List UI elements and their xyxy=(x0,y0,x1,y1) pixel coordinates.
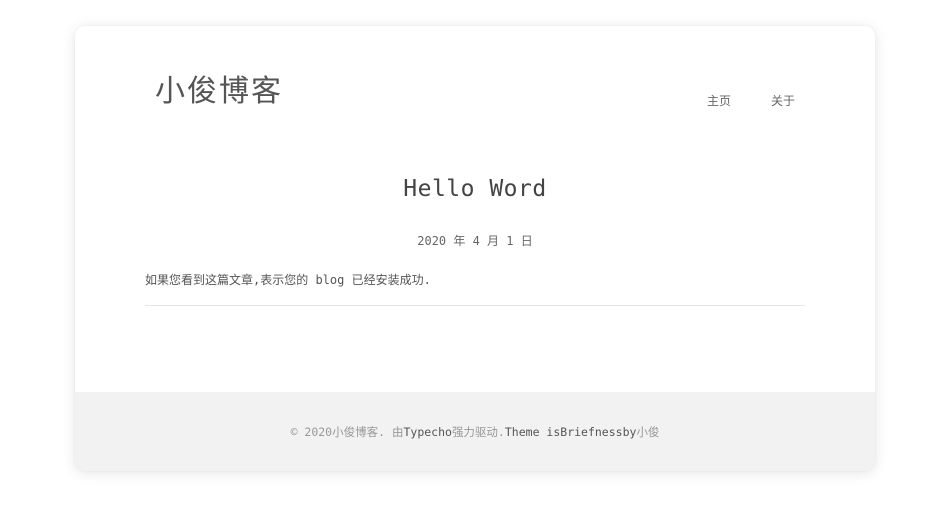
site-title-link[interactable]: 小俊博客 xyxy=(155,66,283,110)
footer-theme-text: Theme is xyxy=(504,424,561,439)
footer-powered-prefix: . 由 xyxy=(378,424,404,439)
footer-author-link[interactable]: 小俊 xyxy=(636,424,659,440)
post-divider xyxy=(145,305,805,306)
post-date: 2020 年 4 月 1 日 xyxy=(417,234,533,248)
nav-item-about[interactable]: 关于 xyxy=(771,92,795,109)
footer: © 2020 小俊博客. 由 Typecho 强力驱动. Theme is Br… xyxy=(75,392,875,471)
footer-powered-suffix: 强力驱动. xyxy=(451,424,505,439)
post-content: 如果您看到这篇文章,表示您的 blog 已经安装成功. xyxy=(145,273,431,287)
post-title[interactable]: Hello Word xyxy=(75,176,875,202)
footer-copyright: © 2020 xyxy=(290,424,333,439)
nav-item-home[interactable]: 主页 xyxy=(707,92,731,109)
main-nav: 主页 关于 xyxy=(707,92,795,109)
footer-site-link[interactable]: 小俊博客 xyxy=(332,424,378,440)
footer-typecho-link[interactable]: Typecho xyxy=(403,425,451,439)
footer-theme-link[interactable]: Briefness xyxy=(560,425,622,439)
footer-by-text: by xyxy=(622,424,637,439)
page-card: 小俊博客 主页 关于 Hello Word 2020 年 4 月 1 日 如果您… xyxy=(75,26,875,471)
